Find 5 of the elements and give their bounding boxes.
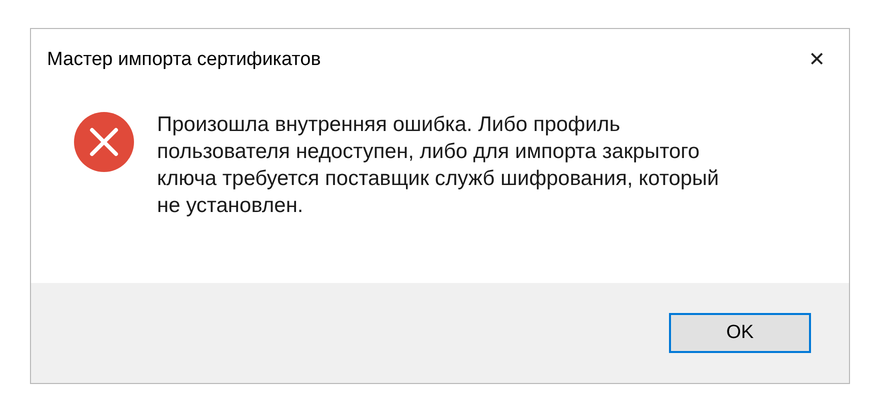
error-icon [73, 111, 135, 173]
ok-button[interactable]: OK [669, 313, 811, 353]
error-message: Произошла внутренняя ошибка. Либо профиль пользователя недоступен, либо для импорта закрытого ключа требуется поставщик служб шифрования, который не установлен. [157, 112, 720, 219]
close-button[interactable]: ✕ [797, 42, 837, 78]
window-title: Мастер импорта сертификатов [47, 48, 321, 72]
